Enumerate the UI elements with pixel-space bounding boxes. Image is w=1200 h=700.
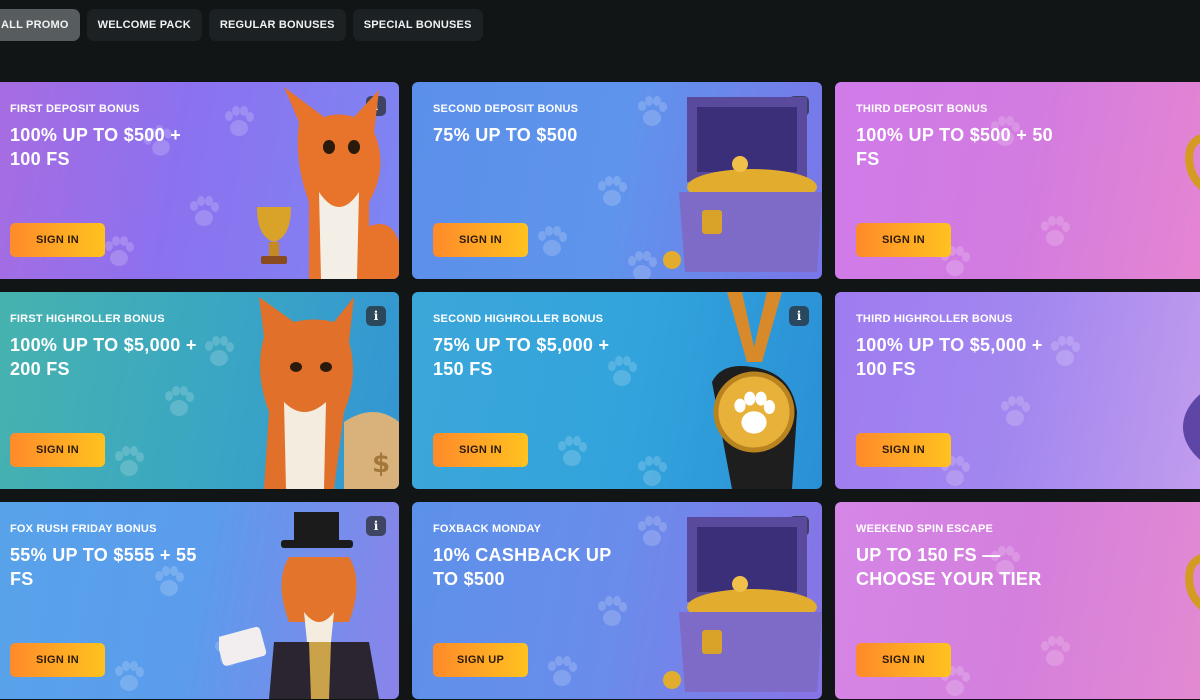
treasure-chest-illustration [663, 97, 822, 272]
sign-in-button[interactable]: SIGN IN [856, 433, 951, 467]
promo-card-third-highroller[interactable]: THIRD HIGHROLLER BONUS 100% UP TO $5,000… [835, 292, 1200, 489]
svg-text:$: $ [372, 449, 390, 479]
sign-in-button[interactable]: SIGN IN [856, 223, 951, 257]
card-title: FIRST HIGHROLLER BONUS [10, 313, 165, 325]
fox-with-top-hat-illustration [219, 512, 379, 699]
card-offer: 100% UP TO $500 + 50 FS [856, 125, 1053, 169]
tab-regular-bonuses[interactable]: REGULAR BONUSES [208, 9, 346, 41]
treasure-chest-illustration [663, 517, 822, 692]
card-offer: 55% UP TO $555 + 55 FS [10, 545, 197, 589]
fox-with-trophy-illustration [257, 87, 399, 279]
card-offer: UP TO 150 FS — CHOOSE YOUR TIER [856, 545, 1042, 589]
promo-card-first-deposit[interactable]: FIRST DEPOSIT BONUS 100% UP TO $500 + 10… [0, 82, 399, 279]
card-title: THIRD HIGHROLLER BONUS [856, 313, 1013, 325]
paw-medal-illustration [712, 292, 797, 489]
sign-in-button[interactable]: SIGN IN [10, 223, 105, 257]
tab-all-promo[interactable]: ALL PROMO [0, 9, 80, 41]
card-offer: 100% UP TO $500 + 100 FS [10, 125, 182, 169]
card-title: WEEKEND SPIN ESCAPE [856, 523, 994, 535]
roulette-wheel-illustration [1183, 394, 1200, 460]
promo-card-foxback-monday[interactable]: FOXBACK MONDAY 10% CASHBACK UP TO $500 S… [412, 502, 822, 699]
promo-card-second-highroller[interactable]: SECOND HIGHROLLER BONUS 75% UP TO $5,000… [412, 292, 822, 489]
promo-card-second-deposit[interactable]: SECOND DEPOSIT BONUS 75% UP TO $500 SIGN… [412, 82, 822, 279]
card-title: THIRD DEPOSIT BONUS [856, 103, 988, 115]
card-title: FOXBACK MONDAY [433, 523, 542, 535]
sign-in-button[interactable]: SIGN IN [433, 433, 528, 467]
promo-filter-bar: ALL PROMO WELCOME PACK REGULAR BONUSES S… [0, 0, 1200, 52]
card-title: SECOND HIGHROLLER BONUS [433, 313, 604, 325]
promo-card-third-deposit[interactable]: THIRD DEPOSIT BONUS 100% UP TO $500 + 50… [835, 82, 1200, 279]
sign-up-button[interactable]: SIGN UP [433, 643, 528, 677]
card-offer: 75% UP TO $500 [433, 125, 578, 145]
sign-in-button[interactable]: SIGN IN [856, 643, 951, 677]
fox-with-money-bag-illustration: $ [259, 297, 399, 489]
card-offer: 75% UP TO $5,000 + 150 FS [433, 335, 610, 379]
paw-trophy-illustration [1185, 554, 1200, 610]
card-offer: 100% UP TO $5,000 + 200 FS [10, 335, 197, 379]
card-title: SECOND DEPOSIT BONUS [433, 103, 579, 115]
sign-in-button[interactable]: SIGN IN [433, 223, 528, 257]
sign-in-button[interactable]: SIGN IN [10, 643, 105, 677]
sign-in-button[interactable]: SIGN IN [10, 433, 105, 467]
card-offer: 10% CASHBACK UP TO $500 [433, 545, 612, 589]
promo-card-weekend-spin-escape[interactable]: WEEKEND SPIN ESCAPE UP TO 150 FS — CHOOS… [835, 502, 1200, 699]
promo-tabs: ALL PROMO WELCOME PACK REGULAR BONUSES S… [0, 9, 483, 41]
tab-special-bonuses[interactable]: SPECIAL BONUSES [352, 9, 483, 41]
paw-trophy-illustration [1185, 134, 1200, 190]
tab-welcome-pack[interactable]: WELCOME PACK [86, 9, 202, 41]
card-offer: 100% UP TO $5,000 + 100 FS [856, 335, 1043, 379]
card-title: FOX RUSH FRIDAY BONUS [10, 523, 157, 535]
card-title: FIRST DEPOSIT BONUS [10, 103, 140, 115]
promo-card-first-highroller[interactable]: FIRST HIGHROLLER BONUS 100% UP TO $5,000… [0, 292, 399, 489]
promo-card-fox-rush-friday[interactable]: FOX RUSH FRIDAY BONUS 55% UP TO $555 + 5… [0, 502, 399, 699]
